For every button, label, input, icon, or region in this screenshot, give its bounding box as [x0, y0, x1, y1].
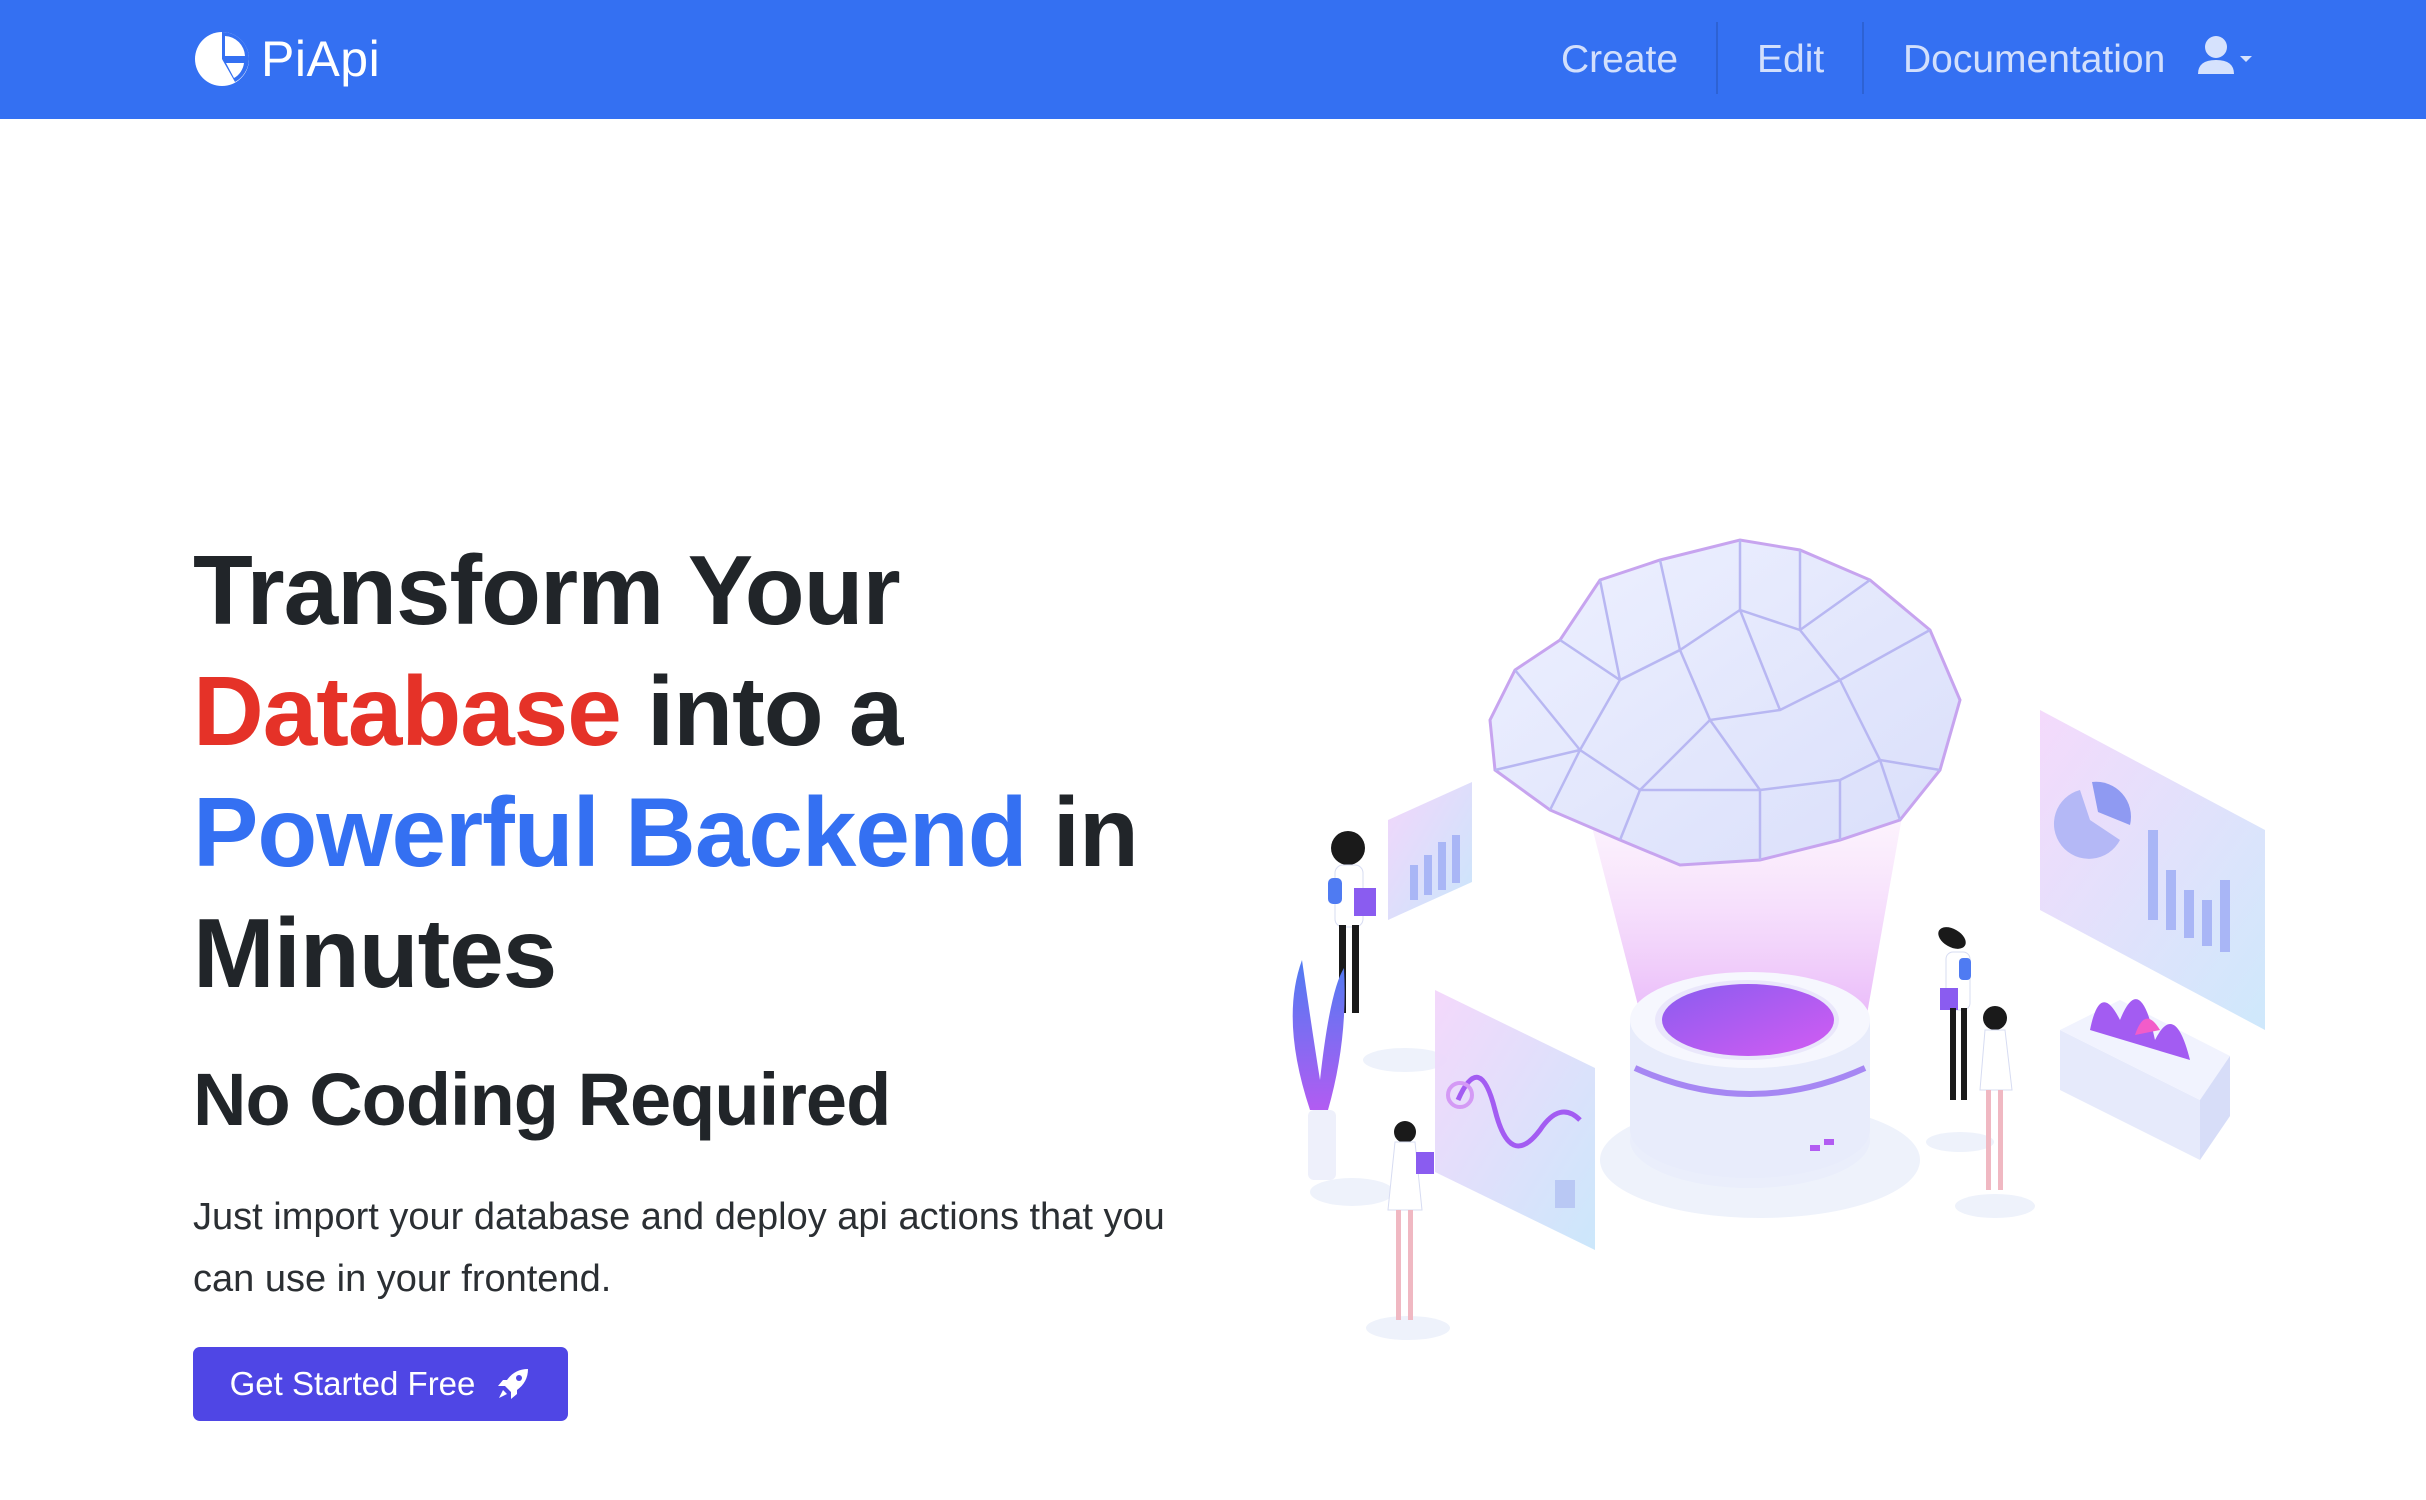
nav-divider: [1716, 22, 1718, 94]
pie-chart-icon: [195, 32, 249, 86]
nav-link-create[interactable]: Create: [1561, 0, 1678, 119]
brand-logo[interactable]: PiApi: [193, 26, 380, 92]
hero-description: Just import your database and deploy api…: [193, 1196, 1165, 1300]
caret-down-icon: [2240, 56, 2252, 62]
nav-link-documentation[interactable]: Documentation: [1903, 0, 2165, 119]
hero-title-text: in: [1026, 777, 1139, 887]
nav-divider: [1862, 22, 1864, 94]
hero-title-line: Minutes: [193, 898, 557, 1008]
nav-link-edit[interactable]: Edit: [1757, 0, 1824, 119]
brand-name: PiApi: [261, 31, 381, 87]
hero-title-text: into a: [620, 656, 903, 766]
rocket-icon: [498, 1369, 529, 1399]
user-menu-toggle[interactable]: [2196, 34, 2256, 84]
hero-title-highlight-backend: Powerful Backend: [193, 777, 1028, 887]
hero-title-highlight-database: Database: [193, 656, 622, 766]
top-navbar: PiApi Create Edit Documentation: [0, 0, 2426, 119]
hero-subtitle: No Coding Required: [193, 1058, 891, 1141]
hero-title: Transform Your Database into a Powerful …: [193, 530, 1243, 1014]
hero-title-line: Transform Your: [193, 535, 901, 645]
user-icon: [2198, 36, 2252, 74]
get-started-label: Get Started Free: [229, 1365, 476, 1402]
hero-illustration: [1292, 538, 2265, 1340]
get-started-button[interactable]: Get Started Free: [193, 1347, 568, 1421]
